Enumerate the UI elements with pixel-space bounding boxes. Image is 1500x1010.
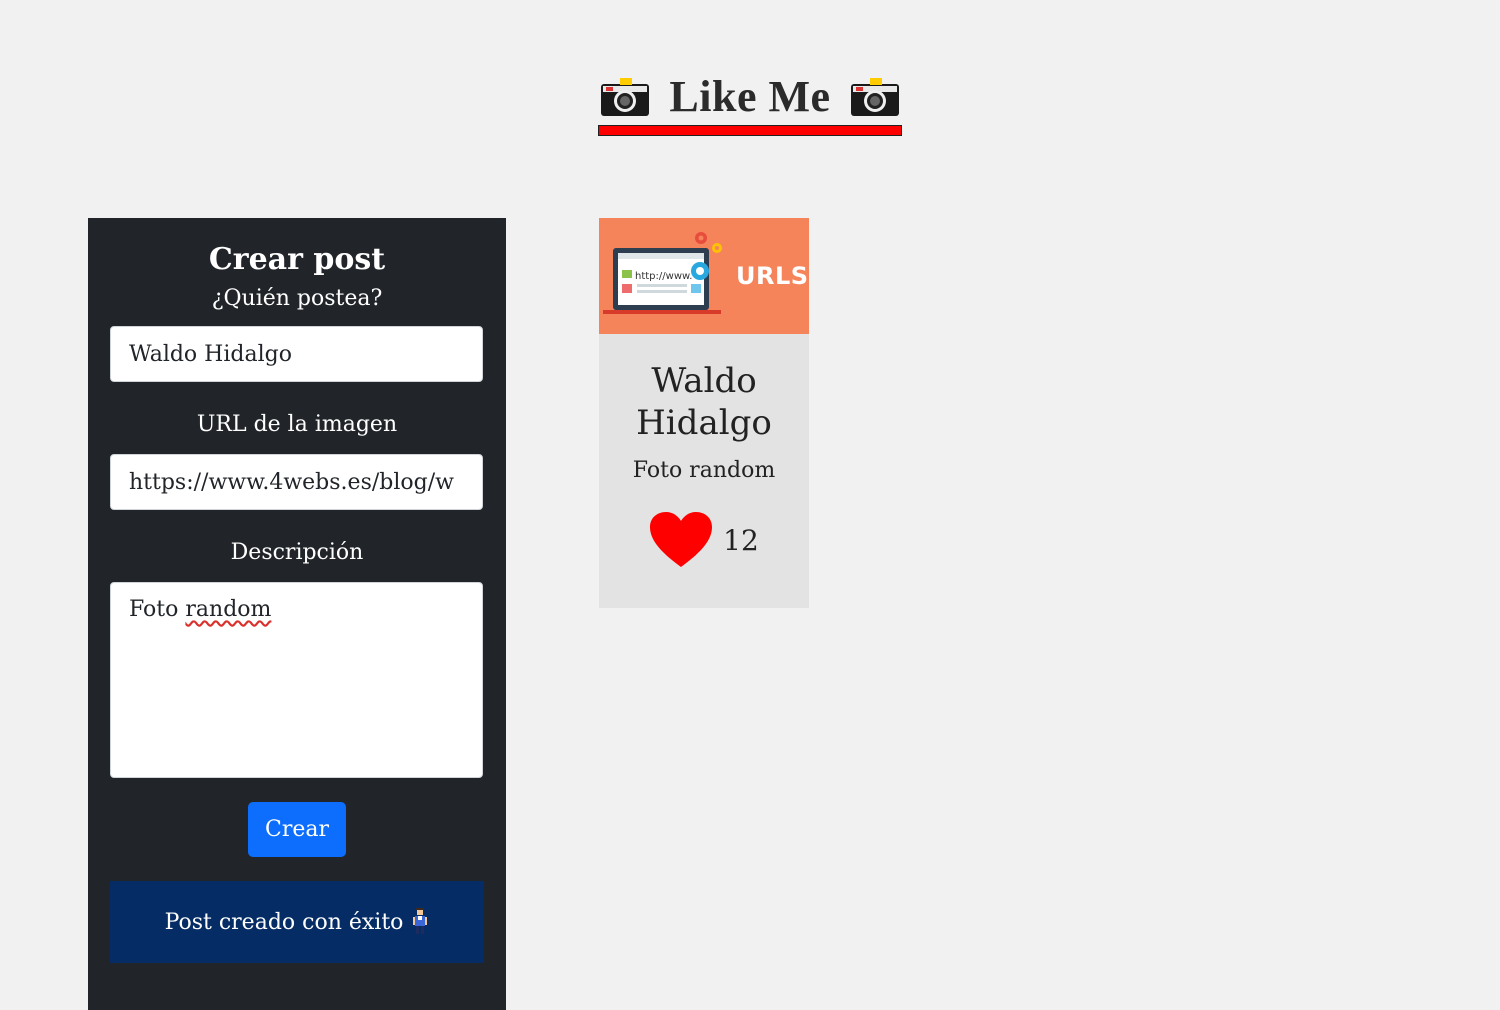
post-image-text: URLS (736, 262, 809, 290)
spellcheck-word: random (185, 597, 272, 622)
post-card: http://www. URLS Waldo Hidalgo Foto rand… (599, 218, 809, 608)
title-underline (598, 125, 902, 136)
app-title: Like Me (669, 72, 831, 121)
page: Like Me Crear post ¿Quién postea? Waldo … (0, 0, 1500, 1010)
description-textarea[interactable]: Foto random (110, 582, 483, 778)
image-url-label: URL de la imagen (196, 412, 398, 437)
success-message: Post creado con éxito (164, 909, 404, 935)
author-input[interactable]: Waldo Hidalgo (110, 326, 483, 382)
like-row: 12 (599, 511, 809, 569)
post-image: http://www. URLS (599, 218, 809, 334)
form-title: Crear post (208, 242, 386, 277)
success-alert: Post creado con éxito (110, 881, 484, 963)
heart-icon[interactable] (649, 511, 713, 569)
post-description: Foto random (632, 458, 776, 483)
create-button[interactable]: Crear (248, 802, 346, 857)
camera-icon (850, 78, 899, 116)
description-label: Descripción (230, 540, 364, 565)
image-url-input[interactable]: https://www.4webs.es/blog/w (110, 454, 483, 510)
description-text: Foto (129, 597, 186, 622)
app-header: Like Me (598, 70, 902, 124)
post-author: Waldo Hidalgo (636, 361, 772, 443)
author-label: ¿Quién postea? (211, 286, 383, 311)
url-bar-text: http://www. (635, 271, 692, 282)
camera-icon (601, 78, 649, 116)
person-icon (413, 908, 428, 934)
create-post-form: Crear post ¿Quién postea? Waldo Hidalgo … (88, 218, 506, 1010)
like-count: 12 (723, 523, 759, 557)
